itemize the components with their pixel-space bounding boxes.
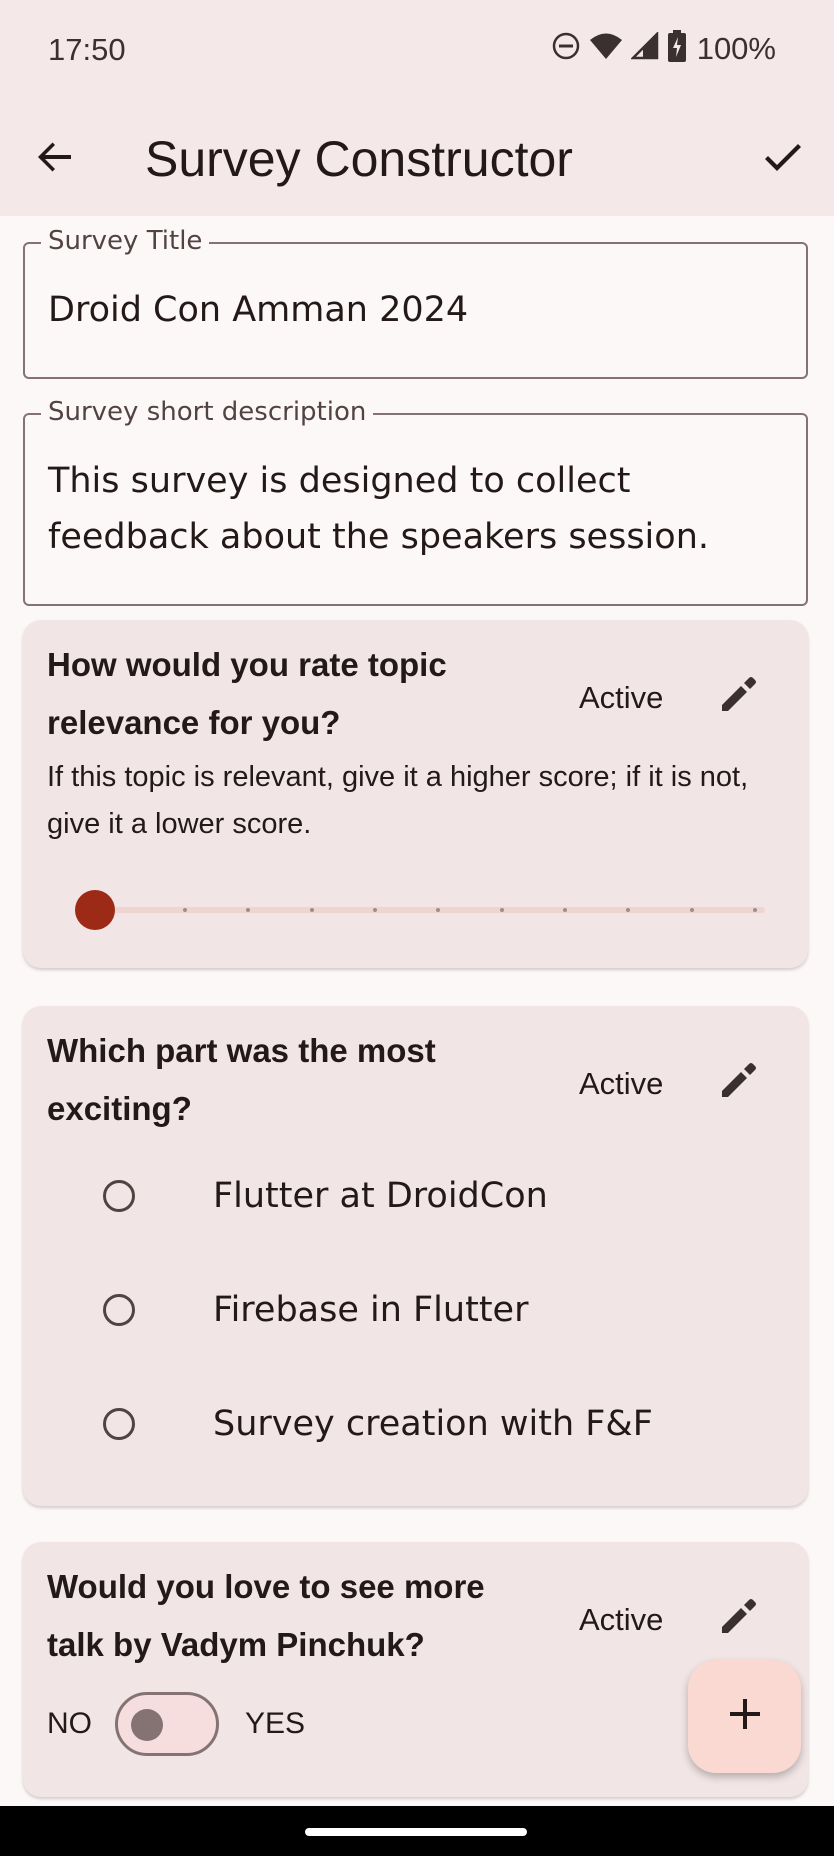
radio-option-label: Firebase in Flutter <box>213 1290 529 1330</box>
do-not-disturb-icon <box>551 31 581 66</box>
radio-button[interactable] <box>103 1294 135 1326</box>
arrow-back-icon <box>35 137 75 182</box>
yes-no-toggle[interactable] <box>115 1692 219 1756</box>
pencil-icon <box>718 675 758 720</box>
status-bar: 17:50 100% <box>0 0 834 100</box>
slider-tick <box>183 908 187 912</box>
back-button[interactable] <box>30 134 80 184</box>
pencil-icon <box>718 1597 758 1642</box>
yes-no-row: NO YES <box>47 1692 305 1756</box>
slider-thumb[interactable] <box>75 890 115 930</box>
question-title: Which part was the most exciting? <box>47 1032 436 1127</box>
status-time: 17:50 <box>48 32 126 67</box>
page-title: Survey Constructor <box>145 131 573 187</box>
slider-tick <box>310 908 314 912</box>
question-card-slider: How would you rate topic relevance for y… <box>23 620 808 968</box>
radio-button[interactable] <box>103 1408 135 1440</box>
app-bar: Survey Constructor <box>0 100 834 216</box>
slider-tick <box>563 908 567 912</box>
slider-tick <box>626 908 630 912</box>
radio-option[interactable]: Survey creation with F&F <box>103 1394 653 1454</box>
radio-option[interactable]: Firebase in Flutter <box>103 1280 528 1340</box>
question-status: Active <box>579 1066 664 1101</box>
plus-icon <box>728 1697 762 1736</box>
radio-option-label: Survey creation with F&F <box>213 1404 653 1444</box>
edit-question-button[interactable] <box>713 1594 763 1644</box>
slider-tick <box>246 908 250 912</box>
edit-question-button[interactable] <box>713 1058 763 1108</box>
slider-tick <box>753 908 757 912</box>
toggle-knob <box>131 1709 163 1741</box>
question-status: Active <box>579 680 664 715</box>
radio-option-label: Flutter at DroidCon <box>213 1176 548 1216</box>
radio-button[interactable] <box>103 1180 135 1212</box>
survey-description-value[interactable]: This survey is designed to collect feedb… <box>48 453 783 565</box>
pencil-icon <box>718 1061 758 1106</box>
radio-option[interactable]: Flutter at DroidCon <box>103 1166 548 1226</box>
slider-tick <box>690 908 694 912</box>
home-indicator[interactable] <box>305 1828 527 1836</box>
no-label: NO <box>47 1707 92 1740</box>
question-description: If this topic is relevant, give it a hig… <box>47 761 749 840</box>
survey-title-value[interactable]: Droid Con Amman 2024 <box>48 282 783 338</box>
survey-description-label: Survey short description <box>41 397 374 427</box>
survey-description-field[interactable]: Survey short description This survey is … <box>23 397 808 606</box>
question-status: Active <box>579 1602 664 1637</box>
question-title: Would you love to see more talk by Vadym… <box>47 1568 485 1663</box>
survey-title-field[interactable]: Survey Title Droid Con Amman 2024 <box>23 226 808 379</box>
survey-title-label: Survey Title <box>41 226 210 256</box>
battery-charging-icon <box>667 30 687 67</box>
yes-label: YES <box>245 1707 306 1740</box>
add-question-button[interactable] <box>688 1660 801 1773</box>
question-card-yes-no: Would you love to see more talk by Vadym… <box>23 1542 808 1797</box>
slider-tick <box>436 908 440 912</box>
wifi-icon <box>589 32 623 65</box>
edit-question-button[interactable] <box>713 672 763 722</box>
status-icons: 100% <box>551 30 776 67</box>
battery-percentage: 100% <box>696 30 776 66</box>
save-button[interactable] <box>758 134 808 184</box>
slider-track <box>95 907 765 913</box>
system-navigation-bar <box>0 1806 834 1856</box>
question-card-choice: Which part was the most exciting? Active… <box>23 1006 808 1506</box>
check-icon <box>762 136 804 183</box>
rating-slider[interactable] <box>75 890 765 930</box>
slider-tick <box>373 908 377 912</box>
question-title: How would you rate topic relevance for y… <box>47 646 447 741</box>
signal-icon <box>629 30 659 65</box>
slider-tick <box>500 908 504 912</box>
